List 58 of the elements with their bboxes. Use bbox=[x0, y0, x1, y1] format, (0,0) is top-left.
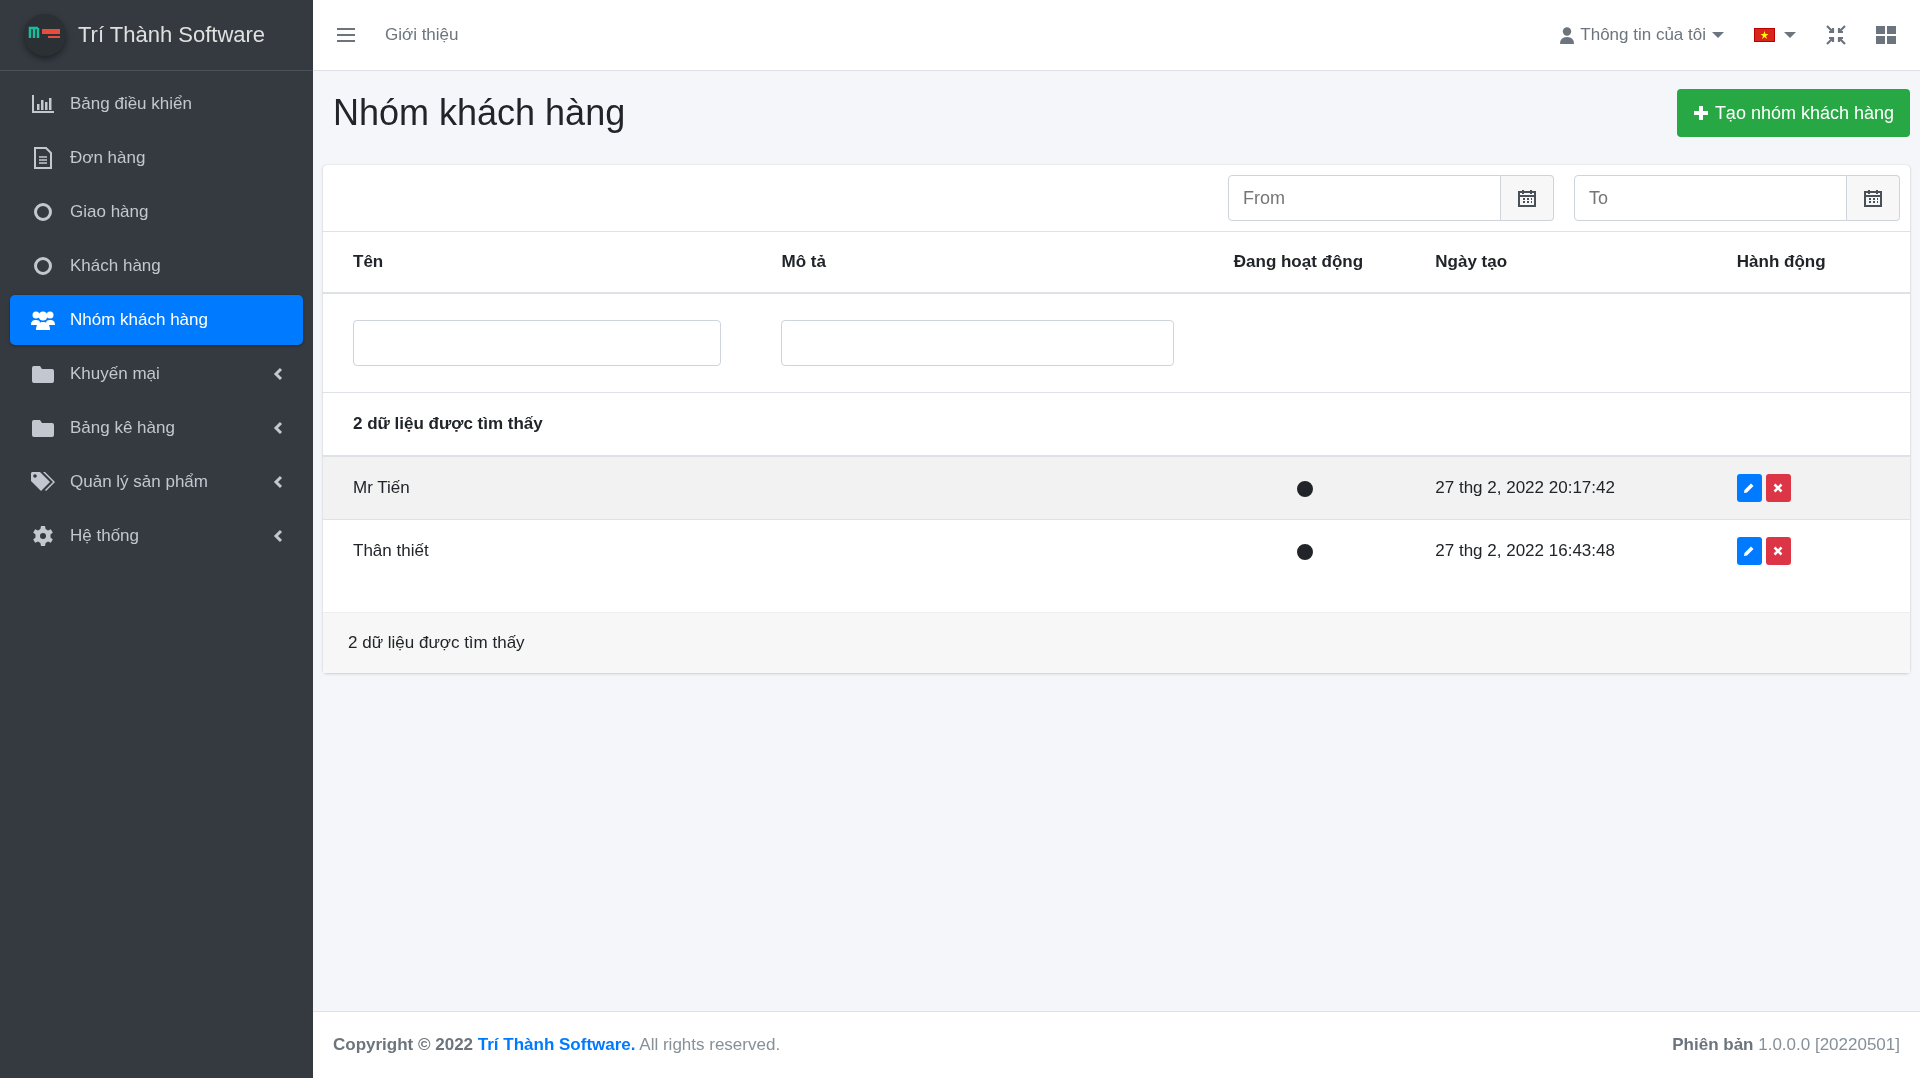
edit-button[interactable] bbox=[1736, 537, 1762, 565]
table-cell: 27 thg 2, 2022 16:43:48 bbox=[1435, 541, 1615, 560]
from-date-field[interactable]: From bbox=[1228, 175, 1501, 221]
sidebar-item[interactable]: Khách hàng bbox=[10, 241, 303, 291]
sidebar-item[interactable]: Bảng kê hàng bbox=[10, 403, 303, 453]
user-icon bbox=[1560, 26, 1575, 44]
delete-button[interactable] bbox=[1765, 474, 1791, 502]
calendar-icon[interactable] bbox=[1518, 189, 1536, 207]
table-cell: 27 thg 2, 2022 20:17:42 bbox=[1435, 478, 1615, 497]
to-date-field[interactable]: To bbox=[1574, 175, 1847, 221]
copyright-text: Copyright © 2022 Trí Thành Software. All rights reserved. bbox=[333, 1035, 781, 1055]
sidebar-item[interactable]: Bảng điều khiển bbox=[10, 79, 303, 129]
column-header[interactable]: Hành động bbox=[1736, 252, 1826, 271]
menu-icon[interactable] bbox=[337, 27, 355, 43]
table-cell: Mr Tiến bbox=[353, 478, 410, 497]
circle-icon bbox=[33, 256, 53, 276]
sidebar-item[interactable]: Khuyến mại bbox=[10, 349, 303, 399]
grid-icon[interactable] bbox=[1876, 26, 1896, 44]
pencil-icon bbox=[1743, 482, 1756, 494]
sidebar-item[interactable]: Quản lý sản phẩm bbox=[10, 457, 303, 507]
calendar-icon[interactable] bbox=[1864, 189, 1882, 207]
plus-icon bbox=[1692, 105, 1709, 121]
column-header[interactable]: Đang hoạt động bbox=[1233, 252, 1364, 271]
delete-button[interactable] bbox=[1765, 537, 1791, 565]
table-cell: Thân thiết bbox=[353, 541, 429, 560]
sidebar-item[interactable]: Đơn hàng bbox=[10, 133, 303, 183]
tags-icon bbox=[31, 472, 55, 492]
version-text: Phiên bản 1.0.0.0 [20220501] bbox=[1672, 1035, 1900, 1055]
column-header[interactable]: Mô tả bbox=[781, 252, 826, 271]
close-icon bbox=[1773, 483, 1784, 493]
column-header[interactable]: Tên bbox=[353, 252, 384, 271]
column-header[interactable]: Ngày tạo bbox=[1435, 252, 1508, 271]
user-menu[interactable]: Thông tin của tôi bbox=[1560, 25, 1724, 45]
pencil-icon bbox=[1743, 545, 1756, 557]
results-count: 2 dữ liệu được tìm thấy bbox=[348, 633, 525, 653]
name-filter-field[interactable] bbox=[353, 320, 722, 366]
caret-icon bbox=[1712, 31, 1724, 39]
brand-title[interactable]: Trí Thành Software bbox=[78, 22, 266, 48]
flag-dropdown-icon[interactable] bbox=[1754, 28, 1796, 42]
folder-icon bbox=[32, 419, 54, 437]
users-icon bbox=[31, 310, 55, 330]
sidebar-item[interactable]: Nhóm khách hàng bbox=[10, 295, 303, 345]
results-count: 2 dữ liệu được tìm thấy bbox=[353, 414, 543, 433]
sidebar-item[interactable]: Hệ thống bbox=[10, 511, 303, 561]
nav-link[interactable]: Giới thiệu bbox=[385, 25, 459, 45]
document-icon bbox=[34, 147, 52, 169]
logo-icon bbox=[24, 14, 66, 56]
company-link[interactable]: Trí Thành Software. bbox=[477, 1035, 636, 1054]
description-filter-field[interactable] bbox=[781, 320, 1174, 366]
bar-chart-icon bbox=[32, 95, 54, 113]
page-title: Nhóm khách hàng bbox=[333, 92, 626, 134]
circle-icon bbox=[33, 202, 53, 222]
folder-icon bbox=[32, 365, 54, 383]
sidebar-item[interactable]: Giao hàng bbox=[10, 187, 303, 237]
compress-icon[interactable] bbox=[1826, 25, 1846, 45]
edit-button[interactable] bbox=[1736, 474, 1762, 502]
close-icon bbox=[1773, 546, 1784, 556]
gear-icon bbox=[33, 526, 53, 546]
